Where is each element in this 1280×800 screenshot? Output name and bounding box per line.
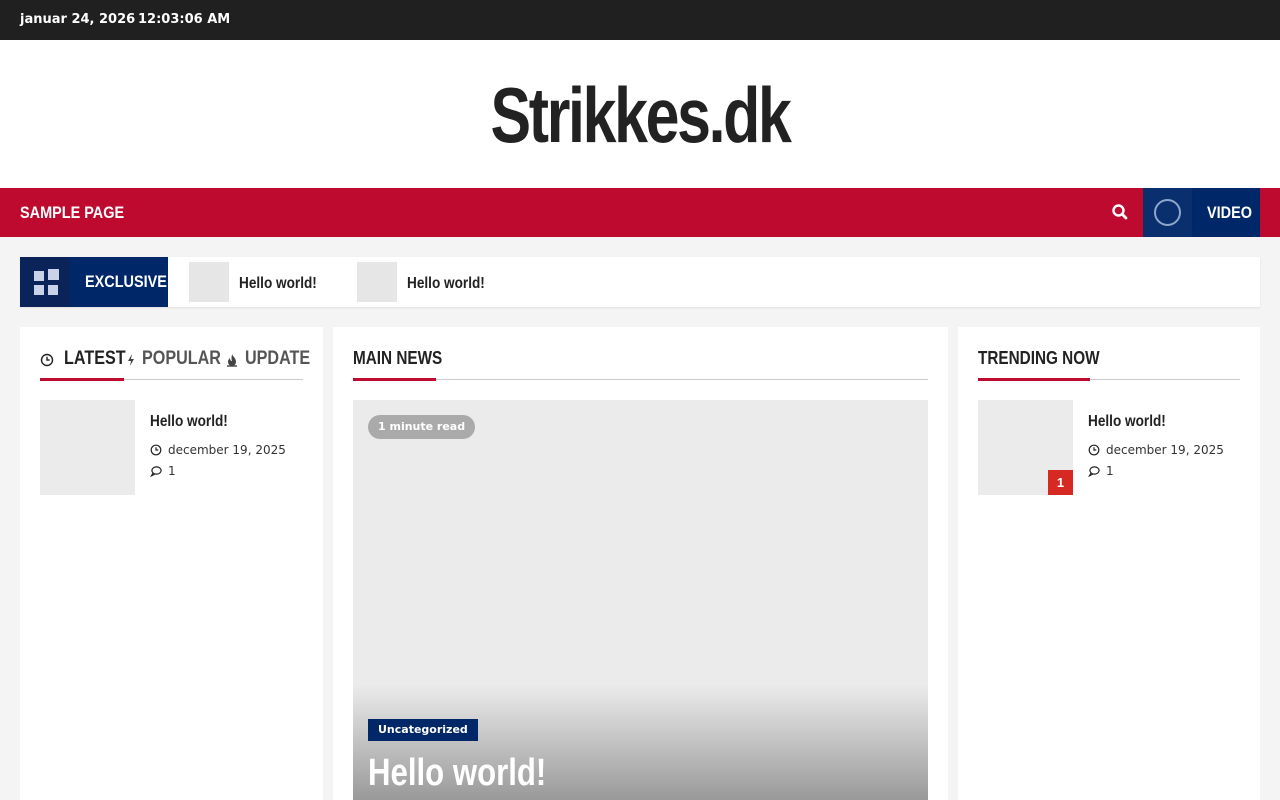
grid-square xyxy=(48,285,58,295)
site-title[interactable]: Strikkes.dk xyxy=(141,70,1139,160)
nav-item-sample-page[interactable]: Sample Page xyxy=(20,203,124,223)
bolt-icon xyxy=(128,354,134,366)
grid-square xyxy=(34,271,44,281)
post-comments[interactable]: 1 xyxy=(1088,464,1114,478)
featured-post[interactable]: 1 minute read Uncategorized Hello world! xyxy=(353,400,928,800)
exclusive-ticker: EXCLUSIVE Hello world! Hello world! xyxy=(20,257,1260,307)
main-news-panel: Main News 1 minute read Uncategorized He… xyxy=(333,327,948,800)
post-date-text: december 19, 2025 xyxy=(168,443,286,457)
comment-icon xyxy=(1088,466,1100,477)
ticker-item-title: Hello world! xyxy=(239,275,317,292)
video-circle-icon xyxy=(1154,199,1181,226)
post-date-text: december 19, 2025 xyxy=(1106,443,1224,457)
post-comments-count: 1 xyxy=(1106,464,1114,478)
tab-update-label: UPDATE xyxy=(245,348,311,369)
ticker-item-title: Hello world! xyxy=(407,275,485,292)
tab-latest-label: LATEST xyxy=(64,348,126,369)
tab-popular[interactable]: POPULAR xyxy=(124,348,235,370)
video-icon-wrap xyxy=(1143,188,1192,237)
video-label: VIDEO xyxy=(1207,203,1252,222)
section-underline xyxy=(353,378,436,381)
post-comments[interactable]: 1 xyxy=(150,464,176,478)
main-navigation: Sample Page VIDEO xyxy=(0,188,1280,237)
tabbed-posts-panel: LATEST POPULAR UPDATE Hello world! decem… xyxy=(20,327,323,800)
grid-square xyxy=(34,285,44,295)
category-badge[interactable]: Uncategorized xyxy=(368,719,478,741)
post-comments-count: 1 xyxy=(168,464,176,478)
ticker-label-text: EXCLUSIVE xyxy=(85,272,167,291)
video-button[interactable]: VIDEO xyxy=(1143,188,1260,237)
tabs-header: LATEST POPULAR UPDATE xyxy=(40,347,310,381)
featured-post-title[interactable]: Hello world! xyxy=(368,752,546,795)
clock-icon xyxy=(1088,444,1100,456)
post-thumbnail[interactable] xyxy=(40,400,135,495)
tab-latest[interactable]: LATEST xyxy=(40,348,136,370)
read-time-badge: 1 minute read xyxy=(368,415,476,439)
tab-popular-label: POPULAR xyxy=(142,348,221,369)
comment-icon xyxy=(150,466,162,477)
current-date: januar 24, 2026 xyxy=(20,12,136,27)
section-title: Trending Now xyxy=(978,348,1100,368)
main-news-header: Main News xyxy=(353,347,928,381)
section-title: Main News xyxy=(353,348,443,368)
post-title[interactable]: Hello world! xyxy=(150,413,228,431)
list-item: 1 Hello world! december 19, 2025 1 xyxy=(978,400,1241,495)
fire-icon xyxy=(227,354,237,367)
post-date: december 19, 2025 xyxy=(150,443,286,457)
tab-update[interactable]: UPDATE xyxy=(225,348,322,370)
masthead: Strikkes.dk xyxy=(0,40,1280,188)
rank-badge: 1 xyxy=(1048,470,1073,495)
list-item: Hello world! december 19, 2025 1 xyxy=(40,400,303,495)
grid-icon xyxy=(20,257,70,307)
current-time: 12:03:06 AM xyxy=(138,12,231,27)
post-date: december 19, 2025 xyxy=(1088,443,1224,457)
ticker-label: EXCLUSIVE xyxy=(20,257,168,307)
ticker-thumbnail xyxy=(189,262,229,302)
clock-icon xyxy=(150,444,162,456)
trending-panel: Trending Now 1 Hello world! december 19,… xyxy=(958,327,1260,800)
active-tab-underline xyxy=(40,378,124,381)
top-bar: januar 24, 2026 12:03:06 AM xyxy=(0,0,1280,40)
post-title[interactable]: Hello world! xyxy=(1088,413,1166,431)
ticker-thumbnail xyxy=(357,262,397,302)
section-underline xyxy=(978,378,1090,381)
grid-square xyxy=(48,269,59,280)
search-icon xyxy=(1112,204,1128,220)
clock-icon xyxy=(40,353,54,367)
trending-header: Trending Now xyxy=(978,347,1240,381)
search-button[interactable] xyxy=(1108,200,1132,224)
